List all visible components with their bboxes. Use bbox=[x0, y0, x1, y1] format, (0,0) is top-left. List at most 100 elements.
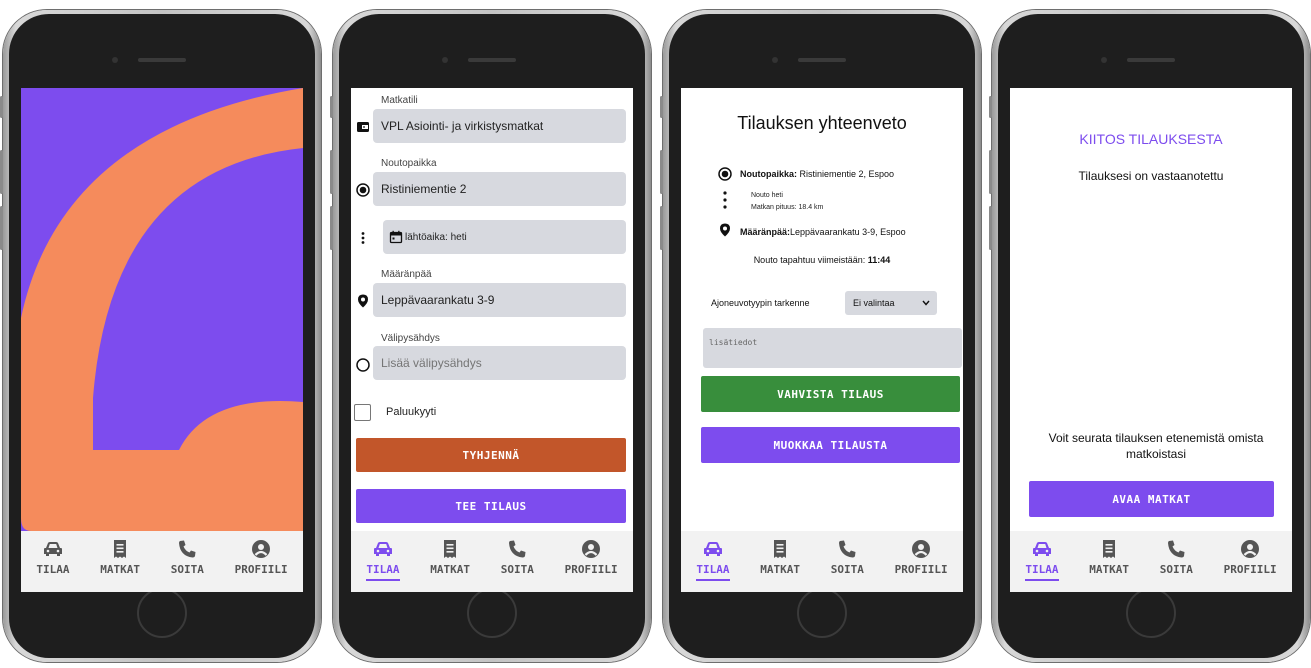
stopover-label: Välipysähdys bbox=[381, 333, 440, 344]
eta-text: Nouto tapahtuu viimeistään: 11:44 bbox=[681, 255, 963, 265]
nav-label: TILAA bbox=[696, 563, 730, 581]
vehicle-type-selected: Ei valintaa bbox=[853, 298, 895, 308]
nav-tilaa[interactable]: TILAA bbox=[696, 531, 730, 581]
user-circle-icon bbox=[1241, 540, 1260, 558]
nav-label: SOITA bbox=[500, 563, 534, 576]
nav-matkat[interactable]: MATKAT bbox=[430, 531, 470, 579]
eta-label: Nouto tapahtuu viimeistään: bbox=[753, 255, 868, 265]
receipt-icon bbox=[1103, 540, 1116, 558]
submit-order-button[interactable]: TEE TILAUS bbox=[356, 489, 626, 523]
phone-frame-summary: Tilauksen yhteenveto Noutopaikka: Ristin… bbox=[660, 10, 981, 662]
nav-label: MATKAT bbox=[1089, 563, 1129, 576]
home-button[interactable] bbox=[137, 588, 187, 638]
car-icon bbox=[703, 542, 722, 556]
nav-soita[interactable]: SOITA bbox=[831, 531, 864, 579]
confirm-order-button[interactable]: VAHVISTA TILAUS bbox=[701, 376, 960, 412]
nav-label: PROFIILI bbox=[894, 563, 948, 576]
dots-vertical-icon bbox=[723, 191, 727, 209]
home-button[interactable] bbox=[467, 588, 517, 638]
receipt-icon bbox=[444, 540, 457, 558]
account-label: Matkatili bbox=[381, 95, 418, 106]
clear-button[interactable]: TYHJENNÄ bbox=[356, 438, 626, 472]
notes-textarea[interactable]: lisätiedot bbox=[703, 328, 962, 368]
order-received-text: Tilauksesi on vastaanotettu bbox=[1078, 169, 1224, 183]
phone-frame-thanks: KIITOS TILAUKSESTA Tilauksesi on vastaan… bbox=[989, 10, 1310, 662]
phone-icon bbox=[509, 540, 526, 558]
nav-label: MATKAT bbox=[760, 563, 800, 576]
map-pin-icon bbox=[358, 294, 368, 308]
destination-summary-label: Määränpää: bbox=[740, 227, 791, 237]
pickup-label: Noutopaikka bbox=[381, 158, 437, 169]
order-form-screen: Matkatili VPL Asiointi- ja virkistysmatk… bbox=[351, 88, 633, 592]
bottom-nav: TILAA MATKAT SOITA PROFIILI bbox=[351, 531, 633, 592]
distance-text: Matkan pituus: 18.4 km bbox=[751, 204, 824, 211]
nav-profiili[interactable]: PROFIILI bbox=[235, 531, 288, 579]
nav-label: PROFIILI bbox=[234, 563, 288, 576]
user-circle-icon bbox=[912, 540, 931, 558]
thanks-screen: KIITOS TILAUKSESTA Tilauksesi on vastaan… bbox=[1010, 88, 1292, 592]
receipt-icon bbox=[774, 540, 787, 558]
nav-label: SOITA bbox=[830, 563, 864, 576]
nav-tilaa[interactable]: TILAA bbox=[366, 531, 400, 581]
nav-label: SOITA bbox=[170, 563, 204, 576]
pickup-summary: Noutopaikka: Ristiniementie 2, Espoo bbox=[740, 169, 894, 179]
home-button[interactable] bbox=[1126, 588, 1176, 638]
splash-graphic bbox=[21, 88, 303, 531]
radio-dot-icon bbox=[718, 167, 732, 181]
return-trip-label: Paluukyyti bbox=[386, 406, 437, 418]
destination-label: Määränpää bbox=[381, 269, 432, 280]
nav-label: MATKAT bbox=[430, 563, 470, 576]
splash-screen: TILAA MATKAT SOITA PROFIILI bbox=[21, 88, 303, 592]
nav-profiili[interactable]: PROFIILI bbox=[565, 531, 618, 579]
pickup-time-text: Nouto heti bbox=[751, 192, 783, 199]
vehicle-type-label: Ajoneuvotyypin tarkenne bbox=[711, 298, 810, 308]
nav-label: TILAA bbox=[36, 563, 70, 576]
nav-tilaa[interactable]: TILAA bbox=[1025, 531, 1059, 581]
stopover-input[interactable] bbox=[373, 346, 626, 380]
summary-screen: Tilauksen yhteenveto Noutopaikka: Ristin… bbox=[681, 88, 963, 592]
nav-soita[interactable]: SOITA bbox=[501, 531, 534, 579]
radio-dot-icon bbox=[356, 183, 370, 197]
destination-summary-value: Leppävaarankatu 3-9, Espoo bbox=[790, 227, 906, 237]
home-button[interactable] bbox=[797, 588, 847, 638]
nav-label: MATKAT bbox=[100, 563, 140, 576]
account-select[interactable]: VPL Asiointi- ja virkistysmatkat bbox=[373, 109, 626, 143]
phone-frame-splash: TILAA MATKAT SOITA PROFIILI bbox=[0, 10, 321, 662]
nav-matkat[interactable]: MATKAT bbox=[100, 531, 140, 579]
nav-matkat[interactable]: MATKAT bbox=[760, 531, 800, 579]
car-icon bbox=[43, 542, 62, 556]
phone-icon bbox=[179, 540, 196, 558]
nav-soita[interactable]: SOITA bbox=[1160, 531, 1193, 579]
pickup-summary-value: Ristiniementie 2, Espoo bbox=[797, 169, 895, 179]
vehicle-type-select[interactable]: Ei valintaa bbox=[845, 291, 937, 315]
return-trip-checkbox[interactable] bbox=[354, 404, 371, 421]
thanks-title: KIITOS TILAUKSESTA bbox=[1079, 131, 1223, 147]
dots-vertical-icon bbox=[361, 232, 365, 244]
departure-time-text: lähtöaika: heti bbox=[405, 231, 467, 243]
nav-profiili[interactable]: PROFIILI bbox=[895, 531, 948, 579]
phone-icon bbox=[1168, 540, 1185, 558]
departure-time-button[interactable]: lähtöaika: heti bbox=[383, 220, 626, 254]
bottom-nav: TILAA MATKAT SOITA PROFIILI bbox=[21, 531, 303, 592]
destination-summary: Määränpää:Leppävaarankatu 3-9, Espoo bbox=[740, 227, 906, 237]
phone-icon bbox=[839, 540, 856, 558]
phone-frame-order-form: Matkatili VPL Asiointi- ja virkistysmatk… bbox=[330, 10, 651, 662]
edit-order-button[interactable]: MUOKKAA TILAUSTA bbox=[701, 427, 960, 463]
calendar-icon bbox=[389, 230, 403, 244]
nav-soita[interactable]: SOITA bbox=[171, 531, 204, 579]
pickup-input[interactable]: Ristiniementie 2 bbox=[373, 172, 626, 206]
user-circle-icon bbox=[252, 540, 271, 558]
follow-trips-text: Voit seurata tilauksen etenemistä omista… bbox=[1048, 431, 1264, 461]
open-trips-button[interactable]: AVAA MATKAT bbox=[1029, 481, 1274, 517]
bottom-nav: TILAA MATKAT SOITA PROFIILI bbox=[1010, 531, 1292, 592]
nav-label: TILAA bbox=[1025, 563, 1059, 581]
car-icon bbox=[1032, 542, 1051, 556]
nav-label: PROFIILI bbox=[1223, 563, 1277, 576]
nav-profiili[interactable]: PROFIILI bbox=[1224, 531, 1277, 579]
bottom-nav: TILAA MATKAT SOITA PROFIILI bbox=[681, 531, 963, 592]
nav-label: SOITA bbox=[1159, 563, 1193, 576]
nav-tilaa[interactable]: TILAA bbox=[36, 531, 70, 579]
nav-matkat[interactable]: MATKAT bbox=[1089, 531, 1129, 579]
radio-empty-icon bbox=[356, 358, 370, 372]
destination-input[interactable]: Leppävaarankatu 3-9 bbox=[373, 283, 626, 317]
